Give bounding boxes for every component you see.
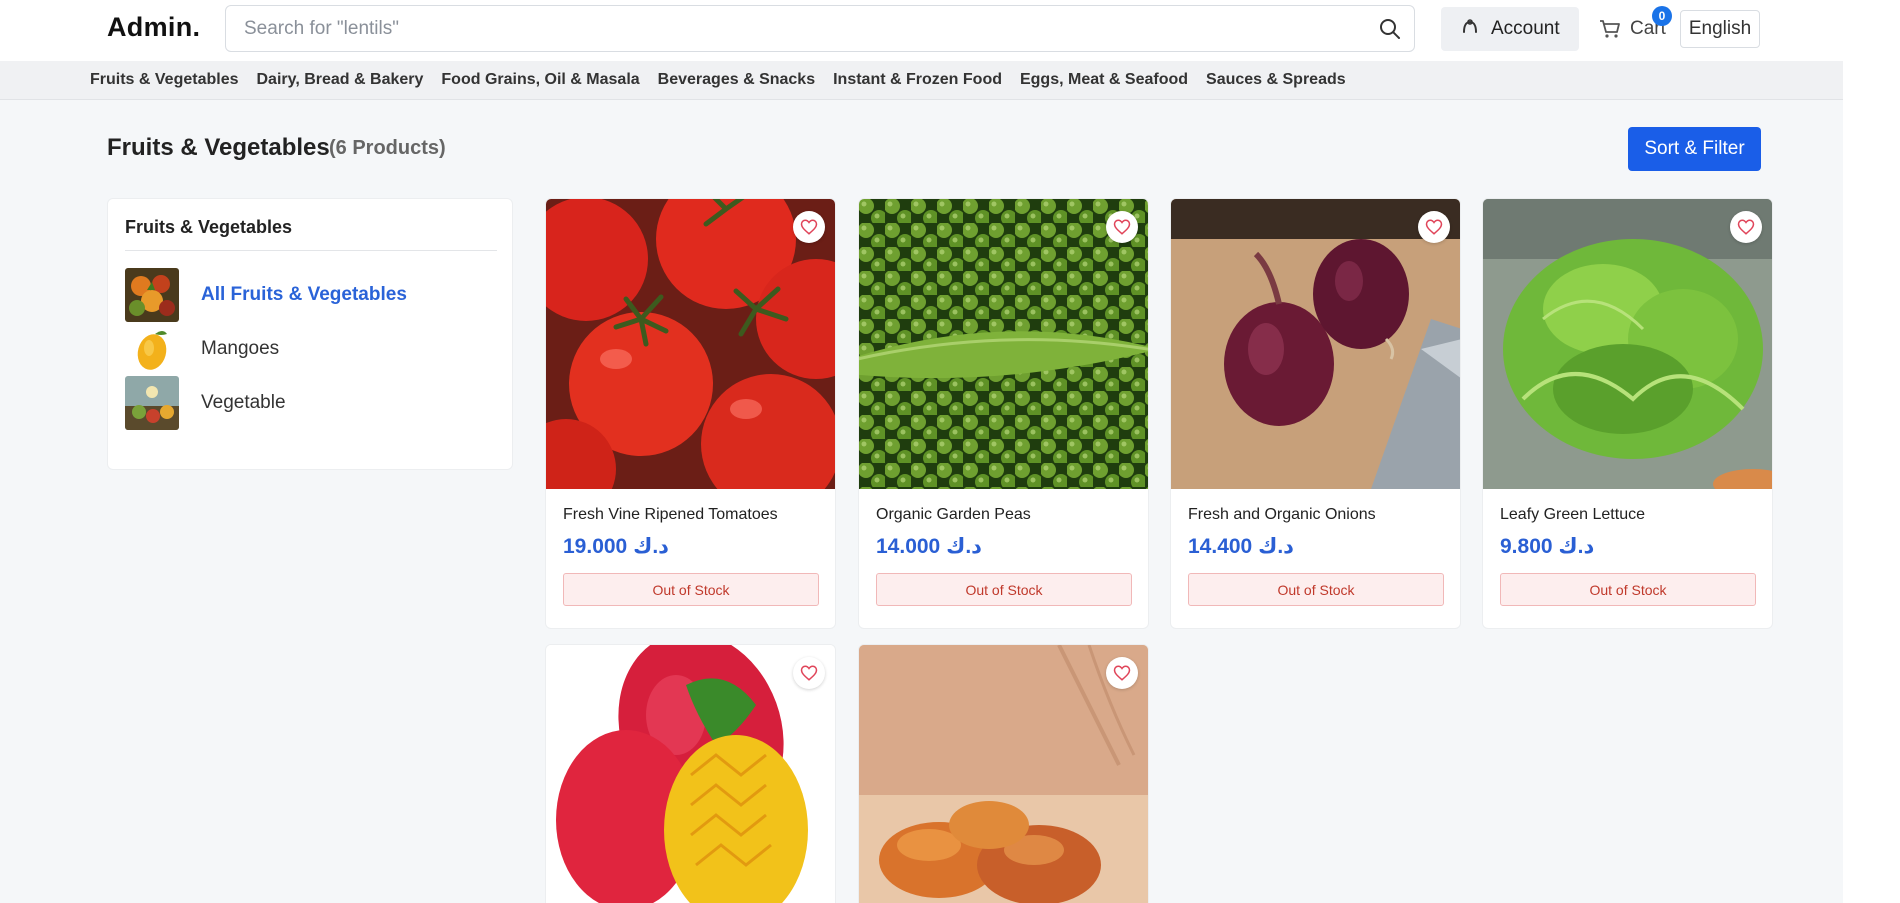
category-link[interactable]: Food Grains, Oil & Masala [441, 71, 639, 89]
page-title: Fruits & Vegetables [107, 134, 330, 161]
product-card[interactable]: Fresh and Organic Onions 14.400 د.ك Out … [1170, 198, 1461, 629]
sidebar-item-label: Vegetable [201, 392, 286, 413]
search-icon[interactable] [1378, 17, 1402, 41]
category-thumbnail [125, 322, 179, 376]
page: Admin. Account Cart 0 English Fruits & V… [0, 0, 1843, 903]
cart-icon [1598, 17, 1622, 41]
out-of-stock-button[interactable]: Out of Stock [876, 573, 1132, 606]
language-selector[interactable]: English [1680, 10, 1760, 48]
product-name[interactable]: Fresh and Organic Onions [1188, 506, 1376, 524]
product-count: (6 Products) [329, 137, 446, 159]
product-price: 19.000 د.ك [563, 535, 669, 558]
product-image[interactable] [859, 645, 1148, 903]
category-sidebar: Fruits & Vegetables All Fruits & Vegetab… [107, 198, 513, 470]
sidebar-title: Fruits & Vegetables [125, 217, 293, 237]
sidebar-divider [125, 250, 497, 251]
product-image[interactable] [859, 199, 1148, 489]
cart-count-badge: 0 [1652, 6, 1672, 26]
product-card[interactable] [545, 644, 836, 903]
sort-filter-button[interactable]: Sort & Filter [1628, 127, 1761, 171]
product-name[interactable]: Leafy Green Lettuce [1500, 506, 1645, 524]
category-link[interactable]: Sauces & Spreads [1206, 71, 1346, 89]
search-bar [225, 5, 1415, 52]
out-of-stock-button[interactable]: Out of Stock [1500, 573, 1756, 606]
heart-icon[interactable] [1106, 657, 1138, 689]
sidebar-item-vegetable[interactable]: Vegetable [125, 376, 286, 430]
sidebar-item-mangoes[interactable]: Mangoes [125, 322, 279, 376]
out-of-stock-button[interactable]: Out of Stock [563, 573, 819, 606]
product-price: 14.400 د.ك [1188, 535, 1294, 558]
product-image[interactable] [1171, 199, 1460, 489]
sidebar-item-label: All Fruits & Vegetables [201, 284, 407, 305]
account-button[interactable]: Account [1441, 7, 1579, 51]
product-card[interactable] [858, 644, 1149, 903]
heart-icon[interactable] [793, 657, 825, 689]
product-card[interactable]: Leafy Green Lettuce 9.800 د.ك Out of Sto… [1482, 198, 1773, 629]
sidebar-item-label: Mangoes [201, 338, 280, 359]
account-label: Account [1491, 18, 1560, 39]
out-of-stock-button[interactable]: Out of Stock [1188, 573, 1444, 606]
heart-icon[interactable] [793, 211, 825, 243]
category-link[interactable]: Fruits & Vegetables [90, 71, 239, 89]
category-link[interactable]: Dairy, Bread & Bakery [257, 71, 424, 89]
product-image[interactable] [546, 199, 835, 489]
top-header: Admin. Account Cart 0 English [0, 0, 1843, 61]
category-nav: Fruits & Vegetables Dairy, Bread & Baker… [0, 61, 1843, 100]
product-name[interactable]: Fresh Vine Ripened Tomatoes [563, 506, 778, 524]
category-thumbnail [125, 376, 179, 430]
category-link[interactable]: Instant & Frozen Food [833, 71, 1002, 89]
category-link[interactable]: Eggs, Meat & Seafood [1020, 71, 1188, 89]
product-price: 14.000 د.ك [876, 535, 982, 558]
page-margin [1843, 0, 1900, 903]
category-thumbnail [125, 268, 179, 322]
user-icon [1461, 17, 1479, 41]
product-image[interactable] [546, 645, 835, 903]
product-name[interactable]: Organic Garden Peas [876, 506, 1031, 524]
heart-icon[interactable] [1730, 211, 1762, 243]
product-price: 9.800 د.ك [1500, 535, 1595, 558]
site-logo[interactable]: Admin. [107, 12, 200, 43]
sidebar-item-all[interactable]: All Fruits & Vegetables [125, 268, 407, 322]
search-input[interactable] [226, 6, 1356, 51]
heart-icon[interactable] [1418, 211, 1450, 243]
category-link[interactable]: Beverages & Snacks [658, 71, 815, 89]
heart-icon[interactable] [1106, 211, 1138, 243]
product-card[interactable]: Fresh Vine Ripened Tomatoes 19.000 د.ك O… [545, 198, 836, 629]
product-image[interactable] [1483, 199, 1772, 489]
product-card[interactable]: Organic Garden Peas 14.000 د.ك Out of St… [858, 198, 1149, 629]
